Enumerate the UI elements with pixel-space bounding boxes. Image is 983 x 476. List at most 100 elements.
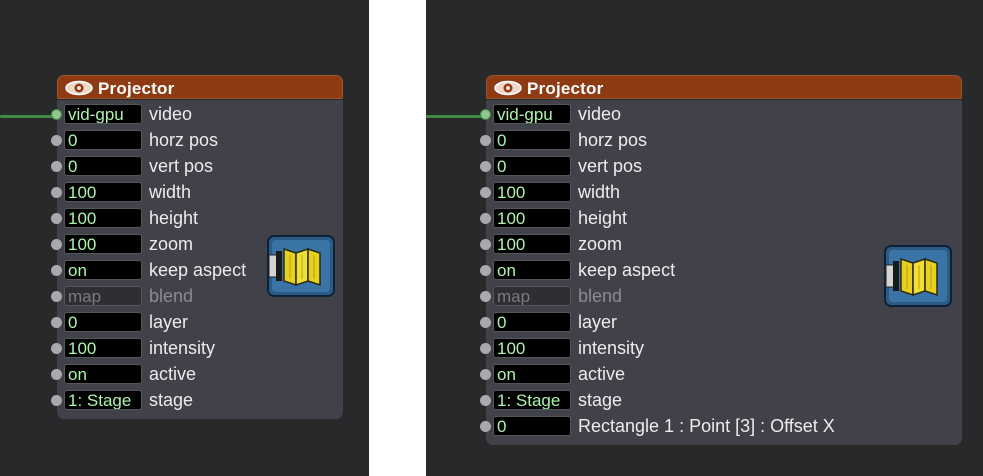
input-port[interactable] bbox=[51, 135, 62, 146]
actor-title-bar[interactable]: Projector bbox=[57, 75, 343, 99]
width-value-field[interactable]: 100 bbox=[64, 182, 142, 202]
input-port[interactable] bbox=[51, 291, 62, 302]
input-row-height: 100 height bbox=[51, 207, 343, 229]
input-row-stage: 1: Stage stage bbox=[480, 389, 962, 411]
input-port[interactable] bbox=[51, 187, 62, 198]
blend-label: blend bbox=[149, 286, 194, 306]
vert-pos-value-field[interactable]: 0 bbox=[64, 156, 142, 176]
horz-pos-value-field[interactable]: 0 bbox=[493, 130, 571, 150]
eye-icon[interactable] bbox=[64, 80, 94, 96]
horz-pos-label: horz pos bbox=[149, 130, 219, 150]
input-port[interactable] bbox=[51, 213, 62, 224]
video-connection-wire[interactable] bbox=[426, 115, 486, 118]
input-port[interactable] bbox=[480, 135, 491, 146]
horz-pos-value-field[interactable]: 0 bbox=[64, 130, 142, 150]
layer-value-field[interactable]: 0 bbox=[493, 312, 571, 332]
input-row-intensity: 100 intensity bbox=[480, 337, 962, 359]
keep-aspect-value-field[interactable]: on bbox=[64, 260, 142, 280]
input-port[interactable] bbox=[480, 343, 491, 354]
zoom-value-field[interactable]: 100 bbox=[64, 234, 142, 254]
input-row-active: on active bbox=[480, 363, 962, 385]
scene-editor-canvas-left[interactable]: Projector vid-gpu video 0 horz pos 0 vert pos… bbox=[0, 0, 369, 476]
projector-actor[interactable]: Projector vid-gpu video 0 horz pos 0 vert pos… bbox=[51, 75, 343, 419]
input-port[interactable] bbox=[51, 109, 62, 120]
input-port[interactable] bbox=[51, 343, 62, 354]
input-row-height: 100 height bbox=[480, 207, 962, 229]
video-connection-wire[interactable] bbox=[0, 115, 58, 118]
intensity-value-field[interactable]: 100 bbox=[64, 338, 142, 358]
input-row-vert-pos: 0 vert pos bbox=[480, 155, 962, 177]
projector-map-icon bbox=[884, 245, 952, 307]
layer-label: layer bbox=[578, 312, 618, 332]
input-row-width: 100 width bbox=[51, 181, 343, 203]
rectangle-1-point-3-offset-x-value-field[interactable]: 0 bbox=[493, 416, 571, 436]
zoom-value-field[interactable]: 100 bbox=[493, 234, 571, 254]
video-label: video bbox=[149, 104, 193, 124]
stage-value-field[interactable]: 1: Stage bbox=[493, 390, 571, 410]
height-value-field[interactable]: 100 bbox=[64, 208, 142, 228]
input-port[interactable] bbox=[51, 265, 62, 276]
input-row-layer: 0 layer bbox=[480, 311, 962, 333]
intensity-value-field[interactable]: 100 bbox=[493, 338, 571, 358]
input-port[interactable] bbox=[480, 369, 491, 380]
input-port[interactable] bbox=[480, 161, 491, 172]
active-value-field[interactable]: on bbox=[493, 364, 571, 384]
video-value-field[interactable]: vid-gpu bbox=[64, 104, 142, 124]
input-row-horz-pos: 0 horz pos bbox=[480, 129, 962, 151]
input-row-horz-pos: 0 horz pos bbox=[51, 129, 343, 151]
input-row-intensity: 100 intensity bbox=[51, 337, 343, 359]
height-label: height bbox=[149, 208, 199, 228]
video-value-field[interactable]: vid-gpu bbox=[493, 104, 571, 124]
input-port[interactable] bbox=[51, 317, 62, 328]
height-value-field[interactable]: 100 bbox=[493, 208, 571, 228]
input-port[interactable] bbox=[480, 421, 491, 432]
input-row-width: 100 width bbox=[480, 181, 962, 203]
input-port[interactable] bbox=[480, 239, 491, 250]
input-row-active: on active bbox=[51, 363, 343, 385]
input-port[interactable] bbox=[480, 109, 491, 120]
input-port[interactable] bbox=[480, 187, 491, 198]
zoom-label: zoom bbox=[149, 234, 194, 254]
width-label: width bbox=[578, 182, 621, 202]
vert-pos-label: vert pos bbox=[578, 156, 643, 176]
input-port[interactable] bbox=[51, 369, 62, 380]
stage-value-field[interactable]: 1: Stage bbox=[64, 390, 142, 410]
input-port[interactable] bbox=[480, 395, 491, 406]
active-label: active bbox=[149, 364, 197, 384]
keep-aspect-label: keep aspect bbox=[578, 260, 676, 280]
input-port[interactable] bbox=[480, 213, 491, 224]
input-port[interactable] bbox=[480, 291, 491, 302]
actor-title-bar[interactable]: Projector bbox=[486, 75, 962, 99]
blend-label: blend bbox=[578, 286, 623, 306]
keep-aspect-label: keep aspect bbox=[149, 260, 247, 280]
scene-editor-canvas-right[interactable]: Projector vid-gpu video 0 horz pos 0 vert pos… bbox=[426, 0, 983, 476]
width-value-field[interactable]: 100 bbox=[493, 182, 571, 202]
input-port[interactable] bbox=[480, 317, 491, 328]
input-port[interactable] bbox=[51, 395, 62, 406]
projector-actor[interactable]: Projector vid-gpu video 0 horz pos 0 vert pos… bbox=[480, 75, 962, 445]
projector-map-icon bbox=[267, 235, 335, 297]
stage-label: stage bbox=[149, 390, 194, 410]
video-label: video bbox=[578, 104, 622, 124]
stage-label: stage bbox=[578, 390, 623, 410]
input-row-layer: 0 layer bbox=[51, 311, 343, 333]
eye-icon[interactable] bbox=[493, 80, 523, 96]
active-label: active bbox=[578, 364, 626, 384]
intensity-label: intensity bbox=[578, 338, 645, 358]
blend-value-field[interactable]: map bbox=[493, 286, 571, 306]
input-port[interactable] bbox=[480, 265, 491, 276]
layer-value-field[interactable]: 0 bbox=[64, 312, 142, 332]
actor-title: Projector bbox=[527, 79, 604, 98]
input-port[interactable] bbox=[51, 239, 62, 250]
vert-pos-label: vert pos bbox=[149, 156, 214, 176]
input-row-stage: 1: Stage stage bbox=[51, 389, 343, 411]
zoom-label: zoom bbox=[578, 234, 623, 254]
input-port[interactable] bbox=[51, 161, 62, 172]
layer-label: layer bbox=[149, 312, 189, 332]
input-row-video: vid-gpu video bbox=[51, 103, 343, 125]
keep-aspect-value-field[interactable]: on bbox=[493, 260, 571, 280]
horz-pos-label: horz pos bbox=[578, 130, 648, 150]
active-value-field[interactable]: on bbox=[64, 364, 142, 384]
blend-value-field[interactable]: map bbox=[64, 286, 142, 306]
vert-pos-value-field[interactable]: 0 bbox=[493, 156, 571, 176]
